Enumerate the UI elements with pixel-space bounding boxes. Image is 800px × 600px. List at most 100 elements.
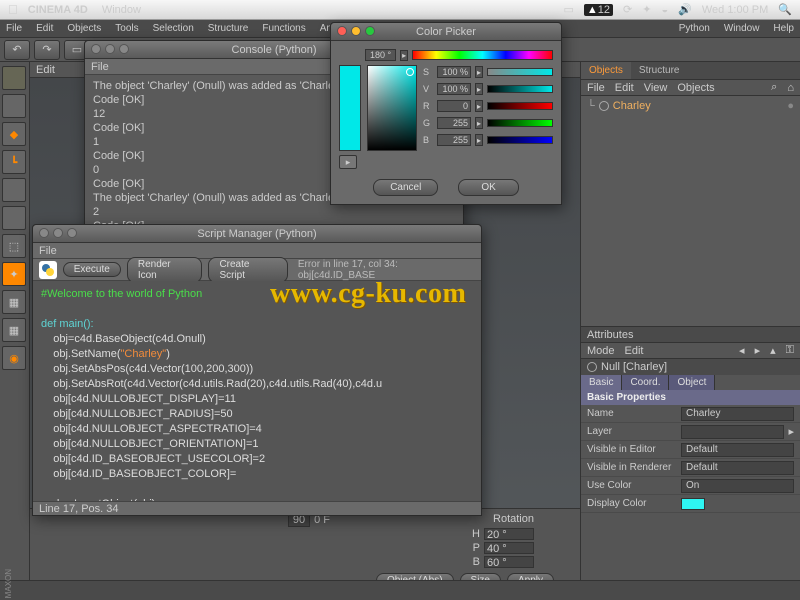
g-stepper[interactable]: ▸ bbox=[475, 117, 483, 129]
r-stepper[interactable]: ▸ bbox=[475, 100, 483, 112]
zoom-icon[interactable] bbox=[365, 26, 375, 36]
bluetooth-icon[interactable]: ✦ bbox=[642, 3, 651, 16]
menu-tools[interactable]: Tools bbox=[115, 23, 138, 34]
hue-stepper[interactable]: ▸ bbox=[400, 50, 408, 61]
obj-objects[interactable]: Objects bbox=[677, 82, 714, 94]
tree-item-charley[interactable]: └ Charley ● bbox=[587, 100, 794, 112]
menu-window[interactable]: Window bbox=[724, 23, 760, 34]
adobe-icon[interactable]: ▲12 bbox=[584, 4, 613, 16]
search-icon[interactable]: ⌕ bbox=[771, 81, 777, 94]
s-value[interactable]: 100 % bbox=[437, 66, 471, 78]
edge-mode-icon[interactable] bbox=[2, 178, 26, 202]
menu-edit[interactable]: Edit bbox=[36, 23, 53, 34]
home-icon[interactable]: ⌂ bbox=[787, 82, 794, 94]
script-manager-window[interactable]: Script Manager (Python) File Execute Ren… bbox=[32, 224, 482, 516]
model-mode-icon[interactable] bbox=[2, 66, 26, 90]
spotlight-icon[interactable]: 🔍 bbox=[778, 3, 792, 16]
field-vis-ed[interactable]: Default bbox=[681, 443, 794, 457]
create-script-button[interactable]: Create Script bbox=[208, 257, 287, 283]
attr-tab-basic[interactable]: Basic bbox=[581, 375, 622, 390]
vp-edit[interactable]: Edit bbox=[36, 64, 55, 76]
color-field[interactable] bbox=[367, 65, 417, 151]
b-stepper[interactable]: ▸ bbox=[475, 134, 483, 146]
obj-view[interactable]: View bbox=[644, 82, 668, 94]
val-b[interactable]: 60 ° bbox=[484, 556, 534, 568]
minimize-icon[interactable] bbox=[105, 44, 115, 54]
attr-edit[interactable]: Edit bbox=[625, 345, 644, 357]
mac-menu-window[interactable]: Window bbox=[102, 4, 141, 16]
attr-tab-object[interactable]: Object bbox=[669, 375, 715, 390]
hue-slider[interactable] bbox=[412, 50, 553, 60]
polygon-mode-icon[interactable] bbox=[2, 206, 26, 230]
field-usecol[interactable]: On bbox=[681, 479, 794, 493]
sync-icon[interactable]: ⟳ bbox=[623, 3, 632, 16]
volume-icon[interactable]: 🔊 bbox=[678, 3, 692, 16]
close-icon[interactable] bbox=[39, 228, 49, 238]
b-slider[interactable] bbox=[487, 136, 553, 144]
r-slider[interactable] bbox=[487, 102, 553, 110]
lock-icon[interactable]: ⚿ bbox=[786, 344, 794, 357]
zoom-icon[interactable] bbox=[119, 44, 129, 54]
snap-settings-icon[interactable]: ✦ bbox=[2, 262, 26, 286]
object-tree[interactable]: └ Charley ● bbox=[581, 96, 800, 326]
animation-mode-icon[interactable]: ▦ bbox=[2, 318, 26, 342]
val-p[interactable]: 40 ° bbox=[484, 542, 534, 554]
nav-up-icon[interactable]: ▴ bbox=[770, 344, 776, 357]
menu-python[interactable]: Python bbox=[679, 23, 710, 34]
cancel-button[interactable]: Cancel bbox=[373, 179, 438, 196]
script-file-menu[interactable]: File bbox=[39, 245, 57, 257]
obj-edit[interactable]: Edit bbox=[615, 82, 634, 94]
g-value[interactable]: 255 bbox=[437, 117, 471, 129]
console-file-menu[interactable]: File bbox=[91, 61, 109, 73]
point-mode-icon[interactable]: ┗ bbox=[2, 150, 26, 174]
apple-icon[interactable]:  bbox=[8, 2, 18, 17]
minimize-icon[interactable] bbox=[53, 228, 63, 238]
texture-mode-icon[interactable] bbox=[2, 94, 26, 118]
close-icon[interactable] bbox=[91, 44, 101, 54]
v-slider[interactable] bbox=[487, 85, 553, 93]
nav-back-icon[interactable]: ◂ bbox=[739, 344, 745, 357]
hue-value[interactable]: 180 ° bbox=[365, 49, 396, 61]
menu-objects[interactable]: Objects bbox=[67, 23, 101, 34]
nav-fwd-icon[interactable]: ▸ bbox=[755, 344, 761, 357]
v-value[interactable]: 100 % bbox=[437, 83, 471, 95]
zoom-icon[interactable] bbox=[67, 228, 77, 238]
ok-button[interactable]: OK bbox=[458, 179, 518, 196]
menu-selection[interactable]: Selection bbox=[153, 23, 194, 34]
python-icon[interactable] bbox=[39, 261, 57, 279]
axis-icon[interactable]: ◆ bbox=[2, 122, 26, 146]
enable-snap-icon[interactable]: ⬚ bbox=[2, 234, 26, 258]
attr-tab-coord[interactable]: Coord. bbox=[622, 375, 669, 390]
close-icon[interactable] bbox=[337, 26, 347, 36]
field-layer[interactable] bbox=[681, 425, 784, 439]
r-value[interactable]: 0 bbox=[437, 100, 471, 112]
visibility-dot[interactable]: ● bbox=[787, 100, 794, 112]
execute-button[interactable]: Execute bbox=[63, 262, 121, 277]
minimize-icon[interactable] bbox=[351, 26, 361, 36]
menu-file[interactable]: File bbox=[6, 23, 22, 34]
object-name[interactable]: Charley bbox=[613, 100, 651, 112]
script-editor[interactable]: #Welcome to the world of Python def main… bbox=[33, 281, 481, 501]
render-icon-button[interactable]: Render Icon bbox=[127, 257, 203, 283]
field-name[interactable]: Charley bbox=[681, 407, 794, 421]
obj-file[interactable]: File bbox=[587, 82, 605, 94]
wifi-icon[interactable]: ◒ bbox=[661, 4, 668, 16]
b-value[interactable]: 255 bbox=[437, 134, 471, 146]
colorpicker-titlebar[interactable]: Color Picker bbox=[331, 23, 561, 41]
attr-mode[interactable]: Mode bbox=[587, 345, 615, 357]
tab-structure[interactable]: Structure bbox=[631, 62, 688, 79]
undo-button[interactable]: ↶ bbox=[4, 40, 30, 60]
g-slider[interactable] bbox=[487, 119, 553, 127]
v-stepper[interactable]: ▸ bbox=[475, 83, 483, 95]
uv-mode-icon[interactable]: ▦ bbox=[2, 290, 26, 314]
swap-color-icon[interactable]: ▸ bbox=[339, 155, 357, 169]
redo-button[interactable]: ↷ bbox=[34, 40, 60, 60]
display-color-swatch[interactable] bbox=[681, 498, 705, 510]
script-titlebar[interactable]: Script Manager (Python) bbox=[33, 225, 481, 243]
clock[interactable]: Wed 1:00 PM bbox=[702, 4, 768, 16]
menu-functions[interactable]: Functions bbox=[262, 23, 305, 34]
s-slider[interactable] bbox=[487, 68, 553, 76]
layer-btn-icon[interactable]: ▸ bbox=[788, 425, 794, 438]
expand-icon[interactable]: └ bbox=[587, 100, 595, 112]
deformer-icon[interactable]: ◉ bbox=[2, 346, 26, 370]
